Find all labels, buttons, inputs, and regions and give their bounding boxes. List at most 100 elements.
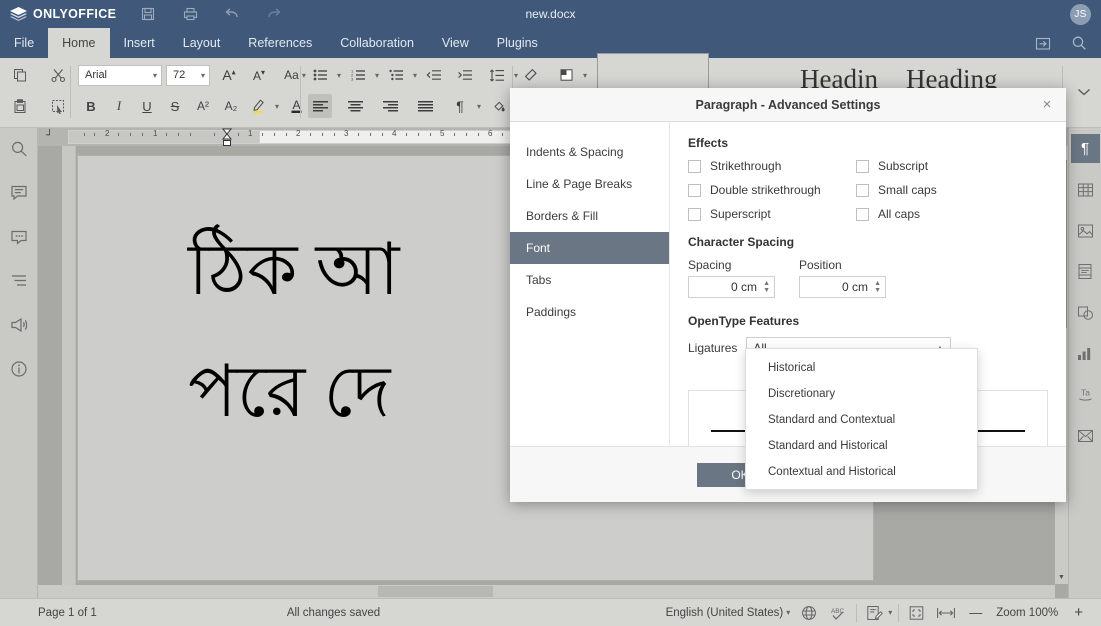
- position-stepper[interactable]: 0 cm ▲▼: [799, 276, 886, 298]
- chevron-down-icon[interactable]: ▾: [337, 71, 341, 80]
- increase-indent-icon[interactable]: [453, 63, 477, 87]
- brand-logo-area[interactable]: ONLYOFFICE: [0, 7, 128, 22]
- chevron-down-icon[interactable]: ▾: [583, 71, 587, 80]
- change-case-icon[interactable]: Aa▾: [279, 63, 311, 87]
- increase-font-size-icon[interactable]: A▴: [217, 63, 241, 87]
- show-paragraph-marks-button[interactable]: ¶: [448, 94, 472, 118]
- comments-icon[interactable]: [8, 182, 30, 204]
- print-icon[interactable]: [180, 4, 200, 24]
- dialog-nav-line-page-breaks[interactable]: Line & Page Breaks: [510, 168, 669, 200]
- subscript-button[interactable]: A₂: [218, 94, 244, 118]
- font-name-combo[interactable]: Arial ▾: [78, 65, 162, 86]
- shading-color-icon[interactable]: [486, 94, 510, 118]
- dialog-nav-font[interactable]: Font: [510, 232, 669, 264]
- stepper-arrows-icon[interactable]: ▲▼: [763, 280, 770, 294]
- text-art-settings-icon[interactable]: Ta: [1071, 380, 1100, 409]
- ligatures-option-historical[interactable]: Historical: [746, 355, 977, 381]
- zoom-out-button[interactable]: —: [969, 605, 982, 620]
- ligatures-option-contextual-and-historical[interactable]: Contextual and Historical: [746, 459, 977, 485]
- font-size-combo[interactable]: 72 ▾: [166, 65, 210, 86]
- avatar[interactable]: JS: [1070, 4, 1091, 25]
- indent-marker-icon[interactable]: [220, 128, 234, 150]
- tab-file[interactable]: File: [0, 28, 48, 58]
- checkbox-subscript[interactable]: Subscript: [856, 159, 1048, 173]
- chevron-down-icon[interactable]: ▾: [786, 608, 790, 617]
- chevron-down-icon[interactable]: ▾: [375, 71, 379, 80]
- headings-icon[interactable]: [8, 270, 30, 292]
- dialog-nav-tabs[interactable]: Tabs: [510, 264, 669, 296]
- highlight-color-icon[interactable]: [246, 94, 270, 118]
- undo-icon[interactable]: [222, 4, 242, 24]
- checkbox-box[interactable]: [688, 184, 701, 197]
- tab-layout[interactable]: Layout: [169, 28, 235, 58]
- decrease-font-size-icon[interactable]: A▾: [247, 63, 271, 87]
- ligatures-option-standard-and-contextual[interactable]: Standard and Contextual: [746, 407, 977, 433]
- shape-settings-icon[interactable]: [1071, 298, 1100, 327]
- ligatures-option-discretionary[interactable]: Discretionary: [746, 381, 977, 407]
- dialog-nav-indents-spacing[interactable]: Indents & Spacing: [510, 136, 669, 168]
- expand-style-gallery-icon[interactable]: [1072, 80, 1096, 104]
- tab-insert[interactable]: Insert: [110, 28, 169, 58]
- tab-view[interactable]: View: [428, 28, 483, 58]
- chevron-down-icon[interactable]: ▾: [413, 71, 417, 80]
- spell-check-icon[interactable]: ABC: [828, 603, 850, 623]
- search-icon[interactable]: [8, 138, 30, 160]
- tab-collaboration[interactable]: Collaboration: [326, 28, 428, 58]
- strikethrough-button[interactable]: S: [162, 94, 188, 118]
- chevron-down-icon[interactable]: ▾: [275, 102, 279, 111]
- chevron-down-icon[interactable]: ▾: [888, 608, 892, 617]
- cut-scissors-icon[interactable]: [46, 63, 70, 87]
- language-label[interactable]: English (United States): [666, 607, 784, 619]
- format-painter-icon[interactable]: [46, 94, 70, 118]
- numbered-list-icon[interactable]: 123: [346, 63, 370, 87]
- checkbox-box[interactable]: [856, 208, 869, 221]
- redo-icon[interactable]: [264, 4, 284, 24]
- checkbox-small-caps[interactable]: Small caps: [856, 183, 1048, 197]
- clear-formatting-eraser-icon[interactable]: [520, 63, 544, 87]
- info-icon[interactable]: [8, 358, 30, 380]
- checkbox-all-caps[interactable]: All caps: [856, 207, 1048, 221]
- paragraph-settings-icon[interactable]: ¶: [1071, 134, 1100, 163]
- chevron-down-icon[interactable]: ▾: [514, 71, 518, 80]
- checkbox-box[interactable]: [688, 208, 701, 221]
- checkbox-box[interactable]: [856, 160, 869, 173]
- chart-settings-icon[interactable]: [1071, 339, 1100, 368]
- bullet-list-icon[interactable]: [308, 63, 332, 87]
- horizontal-scroll-thumb[interactable]: [378, 586, 493, 597]
- dialog-nav-paddings[interactable]: Paddings: [510, 296, 669, 328]
- decrease-indent-icon[interactable]: [422, 63, 446, 87]
- checkbox-box[interactable]: [688, 160, 701, 173]
- justify-button[interactable]: [413, 94, 437, 118]
- feedback-megaphone-icon[interactable]: [8, 314, 30, 336]
- open-file-location-icon[interactable]: [1035, 36, 1051, 51]
- tab-plugins[interactable]: Plugins: [483, 28, 552, 58]
- close-icon[interactable]: ×: [1038, 96, 1056, 114]
- checkbox-strikethrough[interactable]: Strikethrough: [688, 159, 856, 173]
- underline-button[interactable]: U: [134, 94, 160, 118]
- track-changes-icon[interactable]: [863, 603, 885, 623]
- insert-text-box-icon[interactable]: [554, 63, 578, 87]
- set-language-globe-icon[interactable]: [798, 603, 820, 623]
- bold-button[interactable]: B: [78, 94, 104, 118]
- header-footer-settings-icon[interactable]: [1071, 257, 1100, 286]
- tab-stop-selector-icon[interactable]: ┘: [46, 130, 53, 141]
- checkbox-superscript[interactable]: Superscript: [688, 207, 856, 221]
- save-icon[interactable]: [138, 4, 158, 24]
- paste-icon[interactable]: [8, 94, 32, 118]
- copy-icon[interactable]: [8, 63, 32, 87]
- align-left-button[interactable]: [308, 94, 332, 118]
- line-spacing-icon[interactable]: [485, 63, 509, 87]
- tab-home[interactable]: Home: [48, 28, 109, 58]
- dialog-nav-borders-fill[interactable]: Borders & Fill: [510, 200, 669, 232]
- search-icon[interactable]: [1071, 35, 1087, 51]
- table-settings-icon[interactable]: [1071, 175, 1100, 204]
- zoom-level-label[interactable]: Zoom 100%: [996, 607, 1058, 619]
- checkbox-double-strikethrough[interactable]: Double strikethrough: [688, 183, 856, 197]
- chevron-down-icon[interactable]: ▾: [477, 102, 481, 111]
- scroll-down-arrow-icon[interactable]: ▼: [1055, 571, 1068, 584]
- italic-button[interactable]: I: [106, 94, 132, 118]
- vertical-ruler[interactable]: [62, 146, 76, 598]
- horizontal-scrollbar[interactable]: [38, 585, 1055, 598]
- fit-width-icon[interactable]: [935, 603, 957, 623]
- checkbox-box[interactable]: [856, 184, 869, 197]
